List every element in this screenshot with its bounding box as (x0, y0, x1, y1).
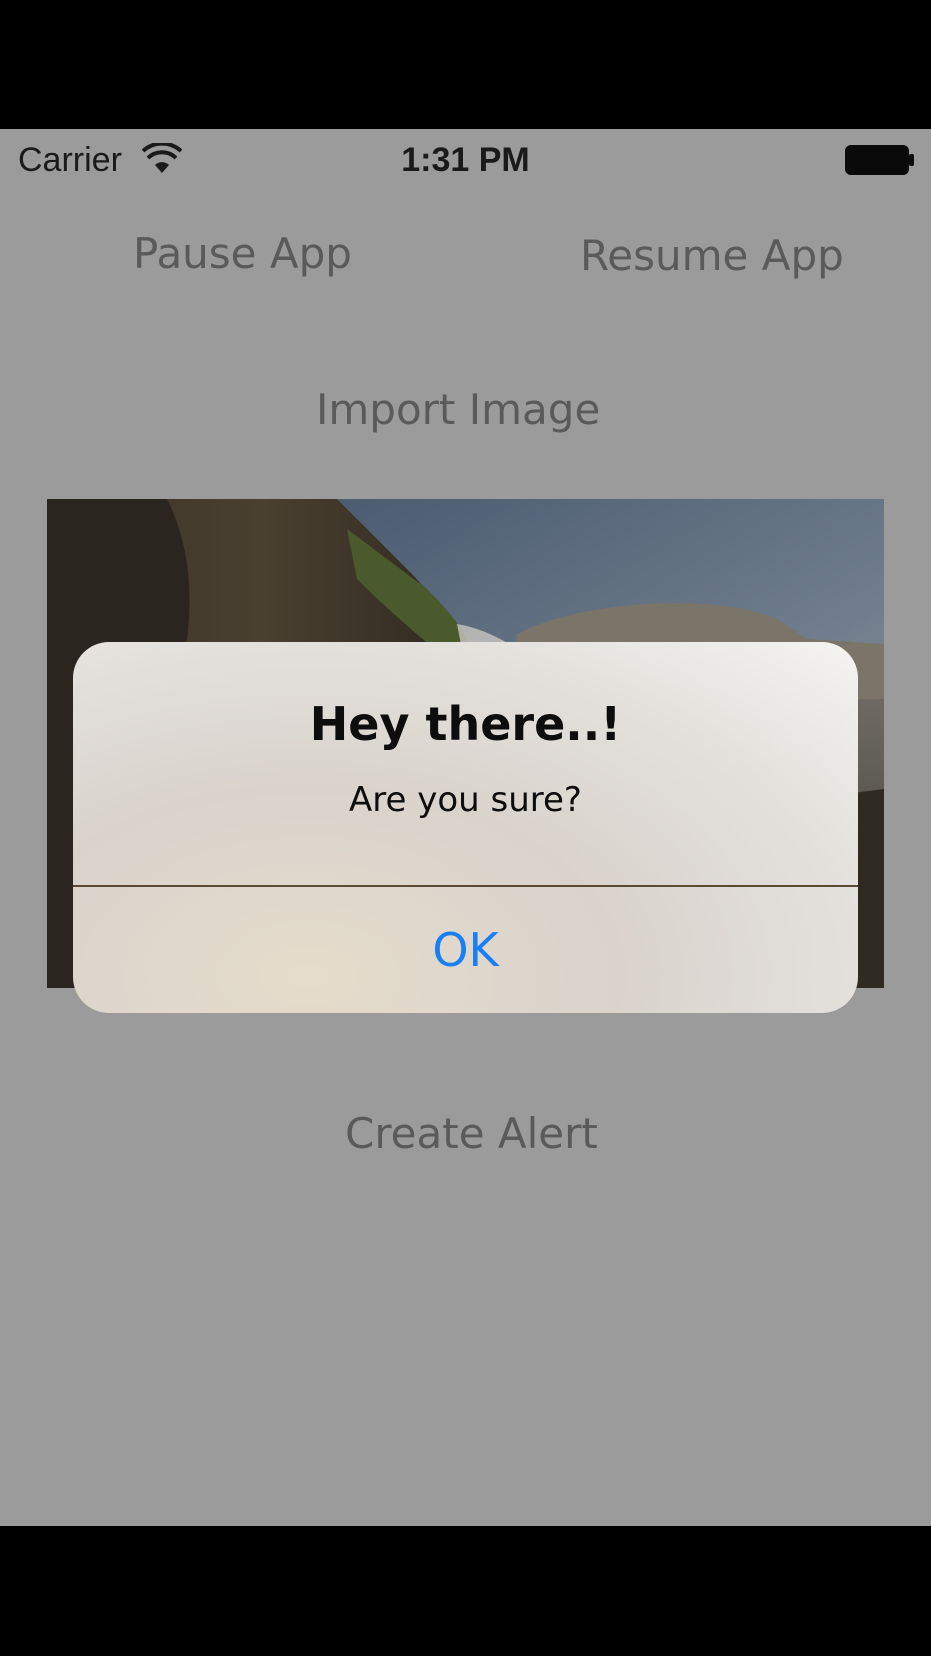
pause-app-button[interactable]: Pause App (133, 229, 352, 278)
import-image-button[interactable]: Import Image (316, 385, 600, 434)
battery-icon (845, 145, 914, 175)
alert-message: Are you sure? (349, 780, 582, 820)
alert-title: Hey there..! (309, 697, 622, 751)
alert-ok-button[interactable]: OK (73, 887, 858, 1013)
resume-app-button[interactable]: Resume App (580, 231, 844, 280)
device-frame: Carrier 1:31 PM Pause App Resume App Imp… (0, 0, 931, 1656)
app-screen: Carrier 1:31 PM Pause App Resume App Imp… (0, 129, 931, 1526)
create-alert-button[interactable]: Create Alert (345, 1109, 598, 1158)
status-time: 1:31 PM (401, 141, 530, 179)
alert-dialog: Hey there..! Are you sure? OK (73, 642, 858, 1013)
status-bar: Carrier 1:31 PM (0, 129, 931, 189)
